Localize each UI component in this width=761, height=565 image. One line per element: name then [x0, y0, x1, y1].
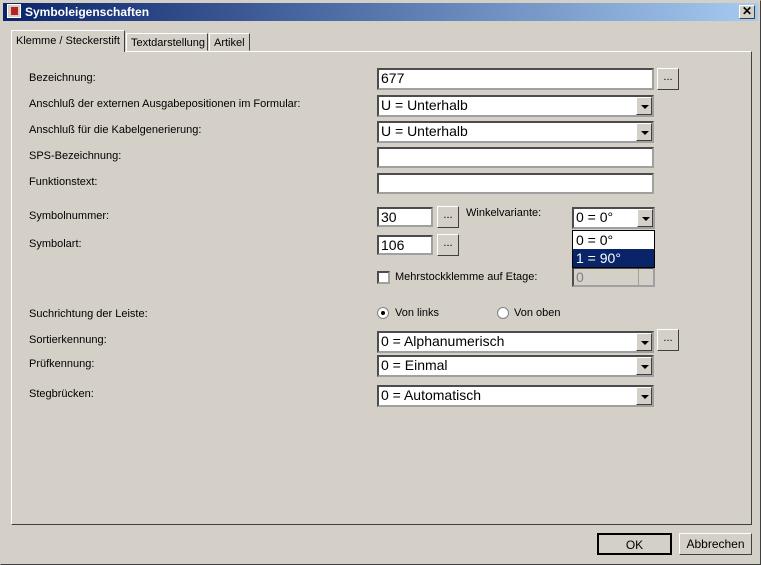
chevron-down-icon[interactable] [636, 97, 652, 115]
app-icon [7, 4, 21, 18]
stegbruecken-select[interactable]: 0 = Automatisch [377, 385, 654, 407]
ok-button[interactable]: OK [597, 533, 672, 555]
symbolnummer-input[interactable]: 30 [377, 207, 433, 227]
mehrstock-label: Mehrstockklemme auf Etage: [395, 271, 538, 283]
sps-input[interactable] [377, 147, 654, 168]
von-oben-label: Von oben [514, 307, 561, 319]
tab-artikel[interactable]: Artikel [209, 33, 250, 51]
sps-label: SPS-Bezeichnung: [29, 150, 122, 162]
symbolart-browse-button[interactable]: ... [437, 234, 459, 256]
bezeichnung-label: Bezeichnung: [29, 72, 96, 84]
anschluss-kabel-select[interactable]: U = Unterhalb [377, 121, 654, 143]
cancel-button[interactable]: Abbrechen [679, 533, 752, 555]
anschluss-formular-select[interactable]: U = Unterhalb [377, 95, 654, 117]
winkelvariante-label: Winkelvariante: [466, 207, 542, 219]
pruefkennung-label: Prüfkennung: [29, 358, 95, 370]
spinner-arrows-icon[interactable] [638, 269, 653, 285]
winkelvariante-value: 0 = 0° [576, 209, 614, 225]
stegbruecken-value: 0 = Automatisch [381, 387, 482, 403]
funktionstext-label: Funktionstext: [29, 176, 98, 188]
title-bar[interactable]: Symboleigenschaften ✕ [3, 3, 758, 21]
close-icon[interactable]: ✕ [739, 5, 755, 19]
symbolnummer-browse-button[interactable]: ... [437, 206, 459, 228]
anschluss-kabel-label: Anschluß für die Kabelgenerierung: [29, 124, 202, 136]
winkelvariante-dropdown: 0 = 0° 1 = 90° [572, 230, 655, 268]
etage-spinner[interactable]: 0 [572, 267, 655, 287]
etage-value: 0 [576, 269, 584, 285]
chevron-down-icon[interactable] [636, 333, 652, 351]
chevron-down-icon[interactable] [637, 209, 653, 227]
suchrichtung-label: Suchrichtung der Leiste: [29, 308, 148, 320]
funktionstext-input[interactable] [377, 173, 654, 194]
tab-textdarstellung[interactable]: Textdarstellung [126, 33, 208, 51]
sortierkennung-select[interactable]: 0 = Alphanumerisch [377, 331, 654, 353]
symbolnummer-label: Symbolnummer: [29, 210, 110, 222]
dialog-window: Symboleigenschaften ✕ Klemme / Steckerst… [0, 0, 761, 565]
symbolart-input[interactable]: 106 [377, 235, 433, 255]
window-title: Symboleigenschaften [25, 5, 150, 19]
bezeichnung-input[interactable]: 677 [377, 68, 654, 90]
radio-von-oben[interactable] [497, 307, 509, 319]
pruefkennung-select[interactable]: 0 = Einmal [377, 355, 654, 377]
anschluss-kabel-value: U = Unterhalb [381, 123, 468, 139]
winkelvariante-select[interactable]: 0 = 0° [572, 207, 655, 229]
chevron-down-icon[interactable] [636, 357, 652, 375]
chevron-down-icon[interactable] [636, 387, 652, 405]
sortierkennung-value: 0 = Alphanumerisch [381, 333, 505, 349]
sortierkennung-label: Sortierkennung: [29, 334, 107, 346]
winkelvariante-option[interactable]: 0 = 0° [573, 231, 654, 249]
sortierkennung-browse-button[interactable]: ... [657, 329, 679, 351]
anschluss-formular-label: Anschluß der externen Ausgabepositionen … [29, 98, 301, 110]
stegbruecken-label: Stegbrücken: [29, 388, 94, 400]
anschluss-formular-value: U = Unterhalb [381, 97, 468, 113]
von-links-label: Von links [395, 307, 440, 319]
winkelvariante-option-highlighted[interactable]: 1 = 90° [573, 249, 654, 267]
radio-von-links[interactable] [377, 307, 389, 319]
mehrstock-checkbox[interactable] [377, 271, 390, 284]
bezeichnung-browse-button[interactable]: ... [657, 68, 679, 90]
pruefkennung-value: 0 = Einmal [381, 357, 448, 373]
tab-klemme[interactable]: Klemme / Steckerstift [11, 30, 125, 52]
symbolart-label: Symbolart: [29, 238, 82, 250]
chevron-down-icon[interactable] [636, 123, 652, 141]
